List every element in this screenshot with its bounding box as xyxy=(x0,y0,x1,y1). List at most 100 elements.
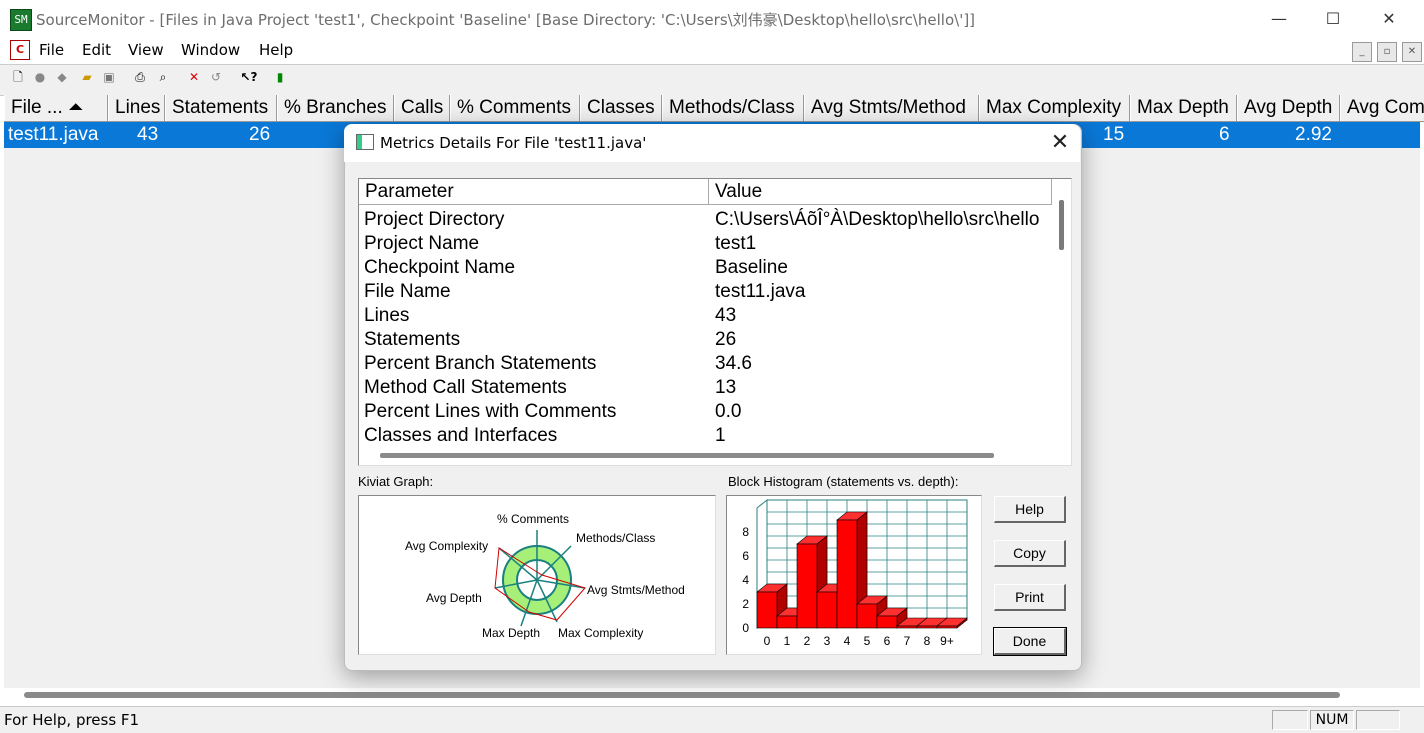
dialog-close-button[interactable]: ✕ xyxy=(1046,130,1074,156)
histogram-bar xyxy=(776,615,798,629)
histogram-bar xyxy=(896,625,918,629)
status-panel-num: NUM xyxy=(1310,710,1354,730)
close-button[interactable]: ✕ xyxy=(1366,4,1412,34)
cell-lines: 43 xyxy=(137,124,159,145)
column-statements[interactable]: Statements xyxy=(165,95,277,121)
histogram-x-tick: 0 xyxy=(764,634,771,648)
mdi-restore-button[interactable]: ▫ xyxy=(1377,42,1397,62)
list-item: Percent Branch Statements xyxy=(364,353,597,374)
block-histogram: 0 2 4 6 8 0 1 2 3 4 5 6 7 8 9+ xyxy=(726,495,982,655)
status-panel-scroll xyxy=(1356,710,1400,730)
main-horizontal-scrollbar[interactable] xyxy=(24,692,1340,698)
column-max-complexity[interactable]: Max Complexity xyxy=(979,95,1130,121)
list-value: Baseline xyxy=(715,257,788,278)
histogram-y-tick: 4 xyxy=(742,573,749,587)
histogram-y-tick: 8 xyxy=(742,525,749,539)
list-item: Percent Lines with Comments xyxy=(364,401,617,422)
window-title: SourceMonitor - [Files in Java Project '… xyxy=(36,11,976,29)
column-comments[interactable]: % Comments xyxy=(450,95,580,121)
kiviat-axis-label: Avg Complexity xyxy=(405,539,488,553)
cell-max-depth: 6 xyxy=(1219,124,1230,145)
mdi-close-button[interactable]: ✕ xyxy=(1402,42,1422,62)
menu-edit[interactable]: Edit xyxy=(82,41,111,59)
histogram-x-tick: 1 xyxy=(784,634,791,648)
parameter-column: Project Directory Project Name Checkpoin… xyxy=(364,208,704,448)
menu-window[interactable]: Window xyxy=(181,41,240,59)
list-item: Lines xyxy=(364,305,410,326)
value-column: C:\Users\ÁõÎ°À\Desktop\hello\src\hello t… xyxy=(715,208,1052,448)
column-lines[interactable]: Lines xyxy=(108,95,165,121)
list-value: 26 xyxy=(715,329,737,350)
histogram-x-tick: 4 xyxy=(844,634,851,648)
help-button[interactable]: Help xyxy=(994,496,1066,523)
minimize-button[interactable]: — xyxy=(1256,4,1302,34)
histogram-bar xyxy=(856,603,878,629)
histogram-y-tick: 6 xyxy=(742,549,749,563)
list-value: 43 xyxy=(715,305,737,326)
open-folder-icon[interactable]: ▰ xyxy=(78,68,96,86)
sourcemonitor-app-icon[interactable]: SM xyxy=(10,9,32,31)
menu-view[interactable]: View xyxy=(128,41,164,59)
kiviat-axis-label: Max Complexity xyxy=(558,626,643,640)
dialog-title: Metrics Details For File 'test11.java' xyxy=(380,134,647,152)
help-pointer-icon[interactable]: ↖? xyxy=(240,68,258,86)
delete-icon[interactable]: ✕ xyxy=(185,68,203,86)
cell-avg-depth: 2.92 xyxy=(1295,124,1332,145)
histogram-bar xyxy=(836,519,858,629)
list-item: Project Directory xyxy=(364,209,505,230)
list-header-parameter[interactable]: Parameter xyxy=(359,179,709,205)
copy-button[interactable]: Copy xyxy=(994,540,1066,567)
kiviat-axis-label: Avg Depth xyxy=(426,591,482,605)
histogram-x-tick: 5 xyxy=(864,634,871,648)
column-classes[interactable]: Classes xyxy=(580,95,662,121)
status-text: For Help, press F1 xyxy=(4,711,140,729)
list-item: Method Call Statements xyxy=(364,377,567,398)
status-panel-caps xyxy=(1272,710,1308,730)
refresh-icon[interactable]: ↺ xyxy=(207,68,225,86)
record-icon[interactable]: ● xyxy=(31,68,49,86)
histogram-y-tick: 0 xyxy=(742,621,749,635)
list-item: Classes and Interfaces xyxy=(364,425,558,446)
print-button[interactable]: Print xyxy=(994,584,1066,611)
column-methods-class[interactable]: Methods/Class xyxy=(662,95,804,121)
done-button[interactable]: Done xyxy=(993,627,1067,656)
list-item: Statements xyxy=(364,329,461,350)
histogram-y-tick: 2 xyxy=(742,597,749,611)
list-vertical-scrollbar[interactable] xyxy=(1059,200,1064,250)
histogram-x-tick: 7 xyxy=(904,634,911,648)
column-avg-depth[interactable]: Avg Depth xyxy=(1237,95,1340,121)
list-horizontal-scrollbar[interactable] xyxy=(380,453,994,458)
column-avg-stmts-method[interactable]: Avg Stmts/Method xyxy=(804,95,979,121)
new-file-icon[interactable]: 🗋 xyxy=(9,68,27,86)
document-system-menu-icon[interactable]: C xyxy=(10,40,30,60)
column-avg-complexity[interactable]: Avg Com xyxy=(1340,95,1424,121)
menu-file[interactable]: File xyxy=(39,41,64,59)
list-value: 13 xyxy=(715,377,737,398)
kiviat-axis-label: Avg Stmts/Method xyxy=(587,583,685,597)
column-max-depth[interactable]: Max Depth xyxy=(1130,95,1237,121)
print-preview-icon[interactable]: ⌕ xyxy=(154,68,172,86)
histogram-x-tick: 2 xyxy=(804,634,811,648)
menu-help[interactable]: Help xyxy=(259,41,293,59)
kiviat-axis-label: Methods/Class xyxy=(576,531,655,545)
column-calls[interactable]: Calls xyxy=(394,95,450,121)
maximize-button[interactable]: ☐ xyxy=(1310,4,1356,34)
histogram-x-tick: 9+ xyxy=(940,634,954,648)
list-item: Checkpoint Name xyxy=(364,257,516,278)
list-value: C:\Users\ÁõÎ°À\Desktop\hello\src\hello xyxy=(715,209,1040,230)
mdi-minimize-button[interactable]: _ xyxy=(1352,42,1372,62)
stop-icon[interactable]: ◆ xyxy=(53,68,71,86)
export-icon[interactable]: ▮ xyxy=(271,68,289,86)
list-item: File Name xyxy=(364,281,451,302)
column-file[interactable]: File ... ⏶ xyxy=(4,95,108,121)
column-branches[interactable]: % Branches xyxy=(277,95,394,121)
print-icon[interactable]: ⎙ xyxy=(131,68,149,86)
histogram-x-tick: 3 xyxy=(824,634,831,648)
save-icon[interactable]: ▣ xyxy=(100,68,118,86)
histogram-bar xyxy=(796,543,818,629)
cell-file: test11.java xyxy=(8,124,99,145)
list-header-value[interactable]: Value xyxy=(709,179,1052,205)
histogram-bar xyxy=(936,625,958,629)
kiviat-axis-label: % Comments xyxy=(497,512,569,526)
cell-statements: 26 xyxy=(249,124,271,145)
